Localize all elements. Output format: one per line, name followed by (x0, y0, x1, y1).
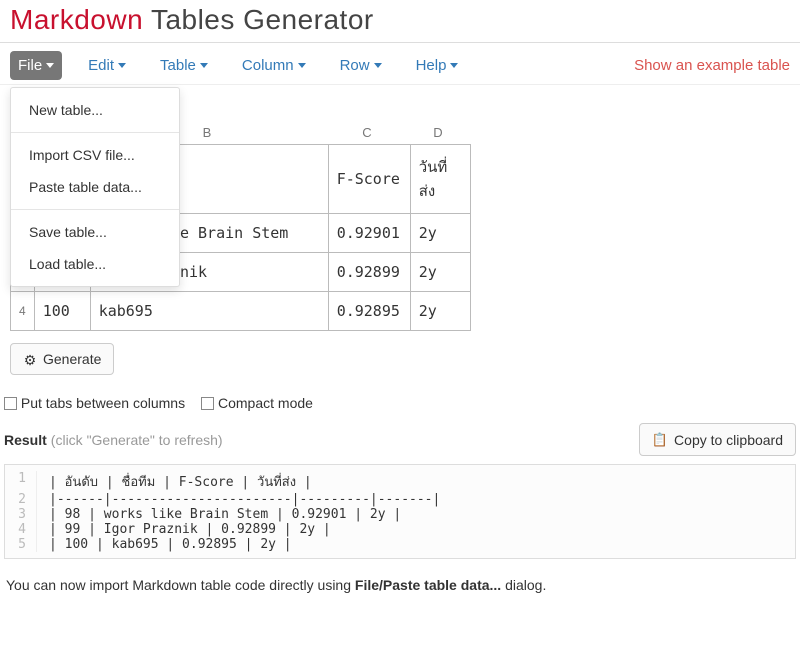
line-number: 3 (5, 507, 37, 522)
menu-help-label: Help (416, 57, 447, 74)
copy-label: Copy to clipboard (674, 432, 783, 448)
line-text: | 99 | Igor Praznik | 0.92899 | 2y | (49, 522, 331, 537)
cell[interactable]: 2y (410, 214, 470, 253)
copy-to-clipboard-button[interactable]: Copy to clipboard (639, 423, 796, 456)
footer-bold: File/Paste table data... (355, 577, 501, 593)
output-line: 5 | 100 | kab695 | 0.92895 | 2y | (5, 537, 795, 552)
result-header: Result (click "Generate" to refresh) Cop… (0, 419, 800, 464)
cell[interactable]: 0.92895 (328, 292, 410, 331)
menu-file[interactable]: File (10, 51, 62, 80)
menu-column[interactable]: Column (234, 51, 314, 80)
chevron-down-icon (118, 63, 126, 68)
title-rest: Tables Generator (143, 4, 374, 35)
cell[interactable]: kab695 (90, 292, 328, 331)
cell[interactable]: 0.92899 (328, 253, 410, 292)
line-text: | 98 | works like Brain Stem | 0.92901 |… (49, 507, 401, 522)
output-line: 3 | 98 | works like Brain Stem | 0.92901 … (5, 507, 795, 522)
chevron-down-icon (46, 63, 54, 68)
tabs-checkbox-label[interactable]: Put tabs between columns (4, 395, 185, 411)
chevron-down-icon (450, 63, 458, 68)
file-dropdown: New table... Import CSV file... Paste ta… (10, 87, 180, 287)
col-label-C: C (326, 125, 408, 140)
menu-divider (11, 209, 179, 210)
line-number: 1 (5, 471, 37, 492)
checkbox-icon[interactable] (201, 397, 214, 410)
cell[interactable]: F-Score (328, 145, 410, 214)
chevron-down-icon (374, 63, 382, 68)
gear-icon (23, 352, 37, 366)
footer-pre: You can now import Markdown table code d… (6, 577, 355, 593)
menu-help[interactable]: Help (408, 51, 467, 80)
menu-table[interactable]: Table (152, 51, 216, 80)
menu-bar: File Edit Table Column Row Help Show an … (0, 43, 800, 85)
cell[interactable]: วันที่ส่ง (410, 145, 470, 214)
page-title: Markdown Tables Generator (0, 0, 800, 43)
cell[interactable]: 2y (410, 253, 470, 292)
output-line: 2 |------|-----------------------|-------… (5, 492, 795, 507)
cell[interactable]: 0.92901 (328, 214, 410, 253)
chevron-down-icon (200, 63, 208, 68)
result-hint: (click "Generate" to refresh) (51, 432, 223, 448)
menu-edit[interactable]: Edit (80, 51, 134, 80)
footer-post: dialog. (501, 577, 546, 593)
compact-checkbox-label[interactable]: Compact mode (201, 395, 313, 411)
file-save-table[interactable]: Save table... (11, 216, 179, 248)
result-label: Result (4, 432, 47, 448)
file-import-csv[interactable]: Import CSV file... (11, 139, 179, 171)
output-line: 4 | 99 | Igor Praznik | 0.92899 | 2y | (5, 522, 795, 537)
clipboard-icon (652, 431, 668, 448)
line-text: | 100 | kab695 | 0.92895 | 2y | (49, 537, 292, 552)
file-paste-data[interactable]: Paste table data... (11, 171, 179, 203)
line-text: | อันดับ | ชื่อทีม | F-Score | วันที่ส่ง… (49, 471, 312, 492)
row-label: 4 (11, 292, 35, 331)
col-label-D: D (408, 125, 468, 140)
menu-row-label: Row (340, 57, 370, 74)
file-new-table[interactable]: New table... (11, 94, 179, 126)
cell[interactable]: 2y (410, 292, 470, 331)
show-example-link[interactable]: Show an example table (634, 57, 790, 74)
menu-edit-label: Edit (88, 57, 114, 74)
menu-row[interactable]: Row (332, 51, 390, 80)
line-number: 5 (5, 537, 37, 552)
menu-file-label: File (18, 57, 42, 74)
markdown-output[interactable]: 1 | อันดับ | ชื่อทีม | F-Score | วันที่ส่… (4, 464, 796, 559)
line-text: |------|-----------------------|--------… (49, 492, 440, 507)
title-markdown: Markdown (10, 4, 143, 35)
footer-note: You can now import Markdown table code d… (0, 559, 800, 601)
cell[interactable]: 100 (34, 292, 90, 331)
menu-divider (11, 132, 179, 133)
grid-row: 4 100 kab695 0.92895 2y (11, 292, 471, 331)
options-row: Put tabs between columns Compact mode (0, 391, 800, 419)
tabs-text: Put tabs between columns (21, 395, 185, 411)
line-number: 2 (5, 492, 37, 507)
checkbox-icon[interactable] (4, 397, 17, 410)
file-load-table[interactable]: Load table... (11, 248, 179, 280)
line-number: 4 (5, 522, 37, 537)
menu-table-label: Table (160, 57, 196, 74)
chevron-down-icon (298, 63, 306, 68)
compact-text: Compact mode (218, 395, 313, 411)
generate-label: Generate (43, 351, 101, 367)
menu-column-label: Column (242, 57, 294, 74)
output-line: 1 | อันดับ | ชื่อทีม | F-Score | วันที่ส่… (5, 471, 795, 492)
generate-button[interactable]: Generate (10, 343, 114, 375)
